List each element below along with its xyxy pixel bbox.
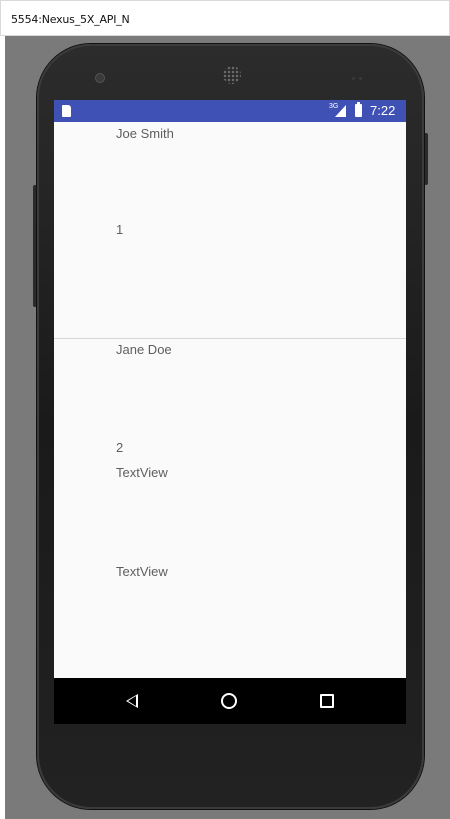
text-view: TextView [116,465,168,480]
front-camera [96,74,104,82]
device-screen: 3G 7:22 Joe Smith 1 Jane Doe 2 TextView … [54,100,406,724]
home-icon[interactable] [221,693,237,709]
list-divider [54,338,406,339]
list-item-number: 1 [116,222,124,237]
list-item-number: 2 [116,440,124,455]
sd-card-icon [62,105,71,117]
signal-icon [335,105,346,117]
sensor-dot [352,77,355,80]
list-item-name: Jane Doe [116,342,172,357]
back-icon[interactable] [126,694,138,708]
status-time: 7:22 [370,103,396,118]
list-item-name: Joe Smith [116,126,174,141]
battery-icon [355,102,362,117]
power-button[interactable] [424,133,428,185]
text-view: TextView [116,564,168,579]
status-bar: 3G 7:22 [54,100,406,122]
navigation-bar [54,678,406,724]
window-title: 5554:Nexus_5X_API_N [11,13,130,26]
speaker-grille [223,66,241,84]
window-titlebar: 5554:Nexus_5X_API_N [0,0,450,36]
recents-icon[interactable] [320,694,334,708]
sensor-dot [359,77,362,80]
